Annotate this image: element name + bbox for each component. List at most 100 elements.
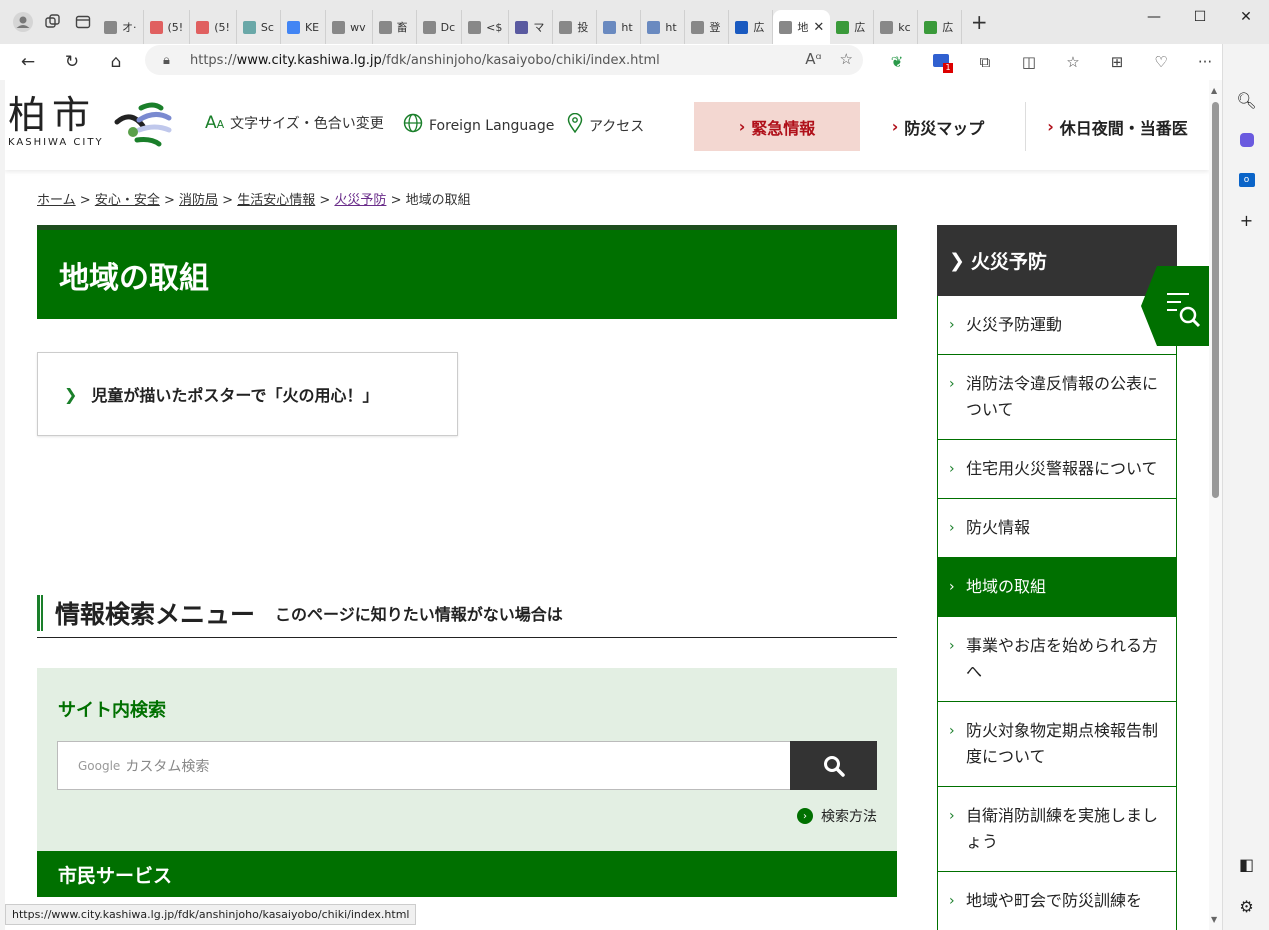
settings-gear-icon[interactable]: ⚙ (1223, 886, 1269, 926)
page-icon (559, 20, 573, 34)
sidenav-item[interactable]: › 事業やお店を始められる方へ (937, 617, 1177, 702)
browser-tab[interactable]: kc (874, 10, 919, 44)
browser-tab-label: 広 (854, 21, 866, 34)
logo-kanji: 柏市 (8, 93, 97, 137)
browser-tab[interactable]: 投 (553, 10, 598, 44)
browser-tab-label: 広 (753, 21, 765, 34)
tab-actions-icon[interactable] (68, 7, 98, 37)
hide-sidebar-icon[interactable]: ◧ (1223, 844, 1269, 884)
sidenav-item[interactable]: › 地域の取組 (937, 558, 1177, 617)
browser-tab[interactable]: 登 (685, 10, 730, 44)
breadcrumb-fire-dept[interactable]: 消防局 (179, 193, 218, 208)
more-menu-icon[interactable]: ··· (1183, 53, 1227, 71)
youtube-icon (149, 20, 163, 34)
kashiwa-icon (836, 20, 850, 34)
profile-icon[interactable] (8, 7, 38, 37)
outlook-icon[interactable]: o (1223, 160, 1269, 200)
breadcrumb-fire-prevention[interactable]: 火災予防 (334, 193, 386, 208)
page-scrollbar[interactable]: ▲ ▼ (1209, 80, 1222, 930)
browser-tab[interactable]: 広 (918, 10, 963, 44)
sidenav-item[interactable]: › 消防法令違反情報の公表について (937, 355, 1177, 440)
browser-tab[interactable]: Sc (237, 10, 281, 44)
browser-tab[interactable]: ht (597, 10, 642, 44)
new-tab-button[interactable]: + (962, 10, 996, 34)
scroll-thumb[interactable] (1212, 102, 1219, 498)
emergency-info-button[interactable]: › 緊急情報 (694, 102, 860, 151)
sidenav-item[interactable]: › 防火対象物定期点検報告制度について (937, 702, 1177, 787)
lock-icon: 🔒︎ (163, 52, 170, 68)
page-title: 地域の取組 (37, 225, 897, 319)
search-help-link[interactable]: › 検索方法 (797, 806, 877, 826)
sidenav-item[interactable]: › 防火情報 (937, 499, 1177, 558)
workspaces-icon[interactable] (38, 7, 68, 37)
add-sidebar-icon[interactable]: + (1223, 200, 1269, 240)
font-size-label: 文字サイズ・色合い変更 (230, 116, 384, 132)
browser-tab[interactable]: 広 (830, 10, 875, 44)
info-menu-subtitle: このページに知りたい情報がない場合は (275, 604, 563, 624)
browser-tab[interactable]: 地 ✕ (773, 10, 831, 44)
foreign-language-link[interactable]: Foreign Language (403, 113, 554, 138)
browser-tab[interactable]: wv (326, 10, 373, 44)
favorite-star-icon[interactable]: ☆ (840, 50, 853, 68)
heading-accent-bar (37, 594, 43, 631)
home-icon[interactable]: ⌂ (94, 44, 138, 80)
breadcrumb-safety[interactable]: 安心・安全 (95, 193, 160, 208)
site-icon (779, 20, 793, 34)
breadcrumb-life-info[interactable]: 生活安心情報 (237, 193, 315, 208)
back-icon[interactable]: ← (6, 44, 50, 80)
browser-tab[interactable]: KE (281, 10, 327, 44)
browser-tab-label: マ (533, 21, 545, 34)
refresh-icon[interactable]: ↻ (50, 44, 94, 80)
browser-tab[interactable]: ht (641, 10, 686, 44)
browser-tab[interactable]: Dc (417, 10, 463, 44)
browser-tab-label: wv (350, 20, 366, 34)
browser-tab[interactable]: 広 (729, 10, 774, 44)
site-search-input[interactable]: Google カスタム検索 (57, 741, 791, 790)
browser-tab[interactable]: (5! (144, 10, 191, 44)
close-window-button[interactable]: ✕ (1223, 0, 1269, 34)
app-icon (242, 20, 256, 34)
poster-fire-safety-link[interactable]: ❯ 児童が描いたポスターで「火の用心！」 (37, 352, 458, 436)
browser-tab[interactable]: <$ (462, 10, 510, 44)
scroll-up-icon[interactable]: ▲ (1211, 86, 1217, 95)
site-search-button[interactable] (790, 741, 877, 790)
split-screen-icon[interactable]: ◫ (1007, 53, 1051, 71)
search-icon[interactable]: 🔍︎ (1223, 80, 1269, 120)
browser-tab[interactable]: 畜 (373, 10, 417, 44)
chevron-right-icon: ❯ (949, 249, 965, 272)
chevron-right-icon: › (949, 376, 955, 392)
page-icon (332, 20, 346, 34)
browser-tab[interactable]: オ· (98, 10, 144, 44)
read-aloud-icon[interactable]: Aᵅ (805, 50, 821, 68)
font-size-icon: AA (205, 113, 225, 133)
favorites-icon[interactable]: ☆ (1051, 53, 1095, 71)
scroll-down-icon[interactable]: ▼ (1211, 915, 1217, 924)
extension-leaf-icon[interactable]: ❦ (875, 53, 919, 71)
extension-badge-icon[interactable]: 1 (919, 53, 963, 73)
search-icon (647, 20, 661, 34)
citizen-services-heading: 市民サービス (37, 851, 897, 897)
browser-essentials-icon[interactable]: ♡ (1139, 53, 1183, 71)
minimize-button[interactable]: — (1131, 0, 1177, 34)
foreign-language-label: Foreign Language (429, 117, 555, 134)
breadcrumb-home[interactable]: ホーム (37, 193, 76, 208)
collections-icon[interactable]: ⊞ (1095, 53, 1139, 71)
city-logo[interactable]: 柏市 KASHIWA CITY (8, 95, 104, 148)
chevron-right-icon: › (949, 808, 955, 824)
sidenav-item[interactable]: › 住宅用火災警報器について (937, 440, 1177, 499)
copilot-sidebar-icon[interactable] (1223, 120, 1269, 160)
disaster-map-button[interactable]: › 防災マップ (873, 102, 1003, 151)
night-holiday-doctor-button[interactable]: › 休日夜間・当番医 (1025, 102, 1209, 151)
browser-tab[interactable]: マ (509, 10, 554, 44)
url-host: www.city.kashiwa.lg.jp (236, 52, 382, 68)
sidenav-item[interactable]: › 自衛消防訓練を実施しましょう (937, 787, 1177, 872)
font-size-color-link[interactable]: AA 文字サイズ・色合い変更 (205, 113, 384, 133)
address-bar[interactable]: 🔒︎ https://www.city.kashiwa.lg.jp/fdk/an… (145, 45, 863, 75)
access-link[interactable]: アクセス (567, 112, 644, 138)
close-tab-icon[interactable]: ✕ (813, 20, 824, 35)
maximize-button[interactable]: ☐ (1177, 0, 1223, 34)
search-menu-toggle[interactable] (1141, 266, 1209, 346)
extensions-puzzle-icon[interactable]: ⧉ (963, 53, 1007, 71)
browser-tab[interactable]: (5! (190, 10, 237, 44)
sidenav-item[interactable]: › 地域や町会で防災訓練を (937, 872, 1177, 930)
